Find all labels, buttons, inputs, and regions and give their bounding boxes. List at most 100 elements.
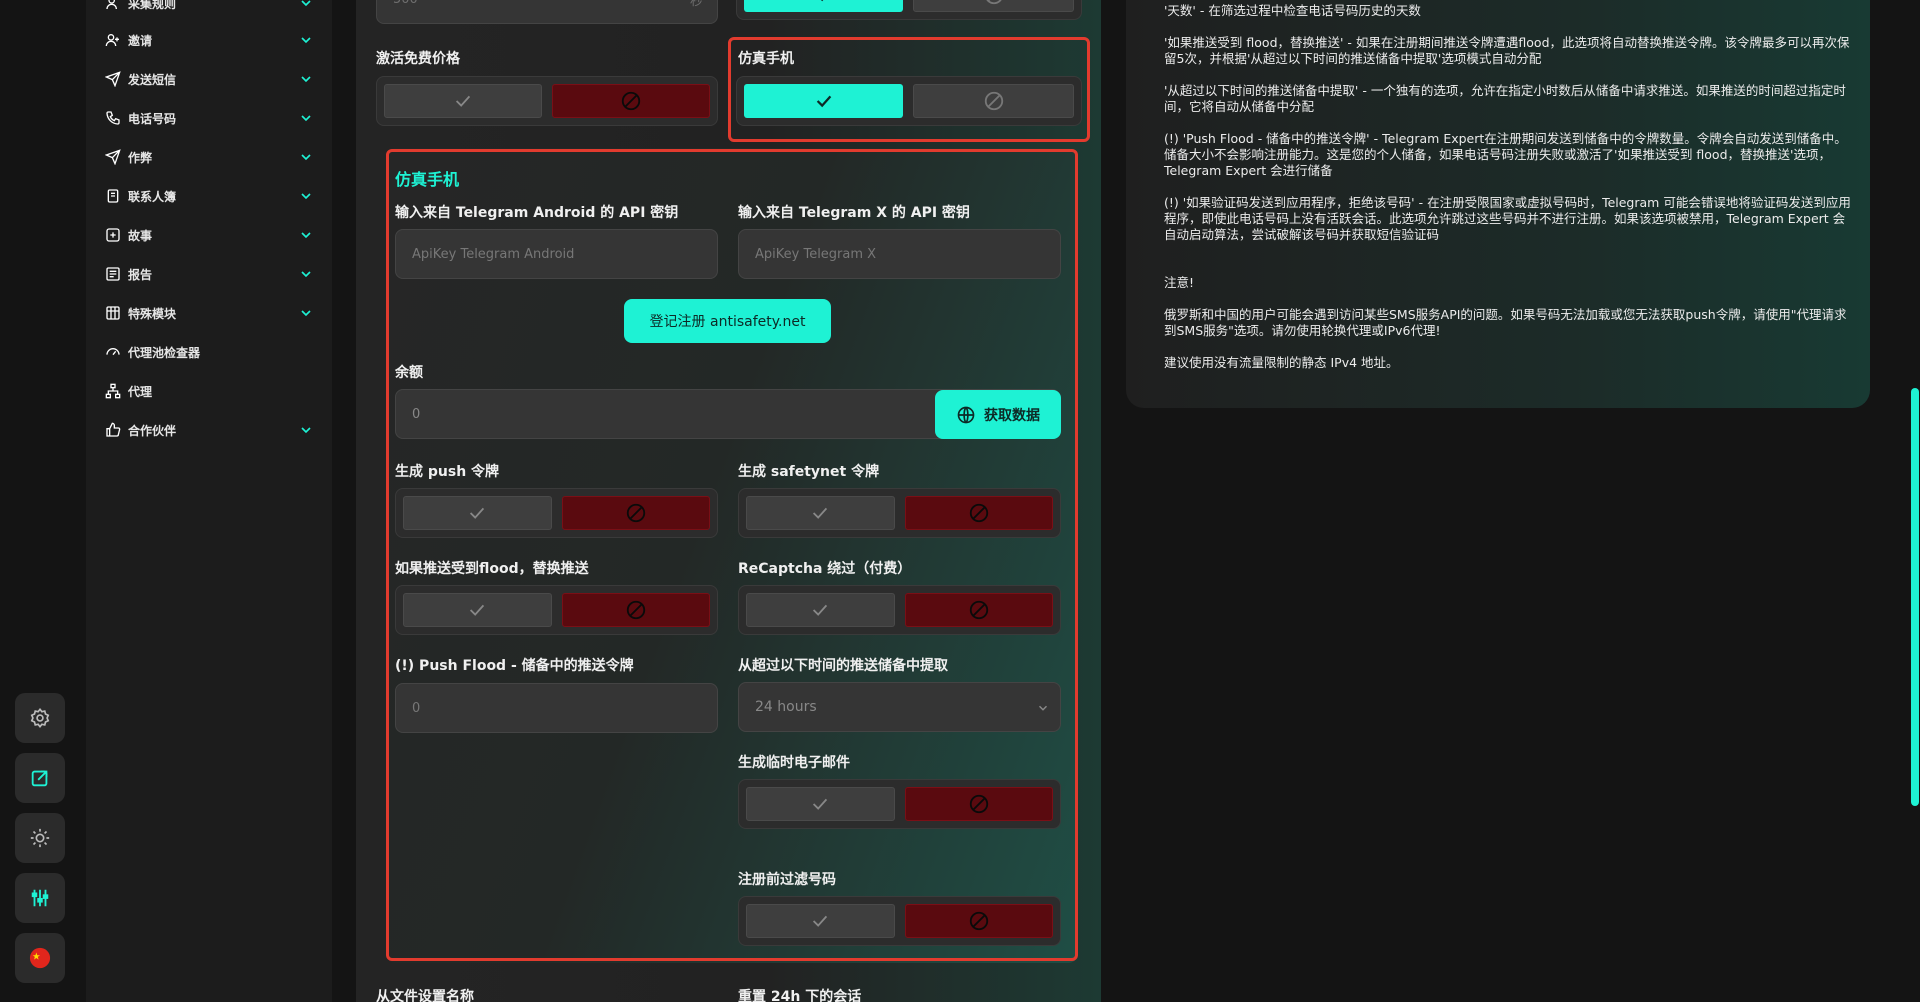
recaptcha-label: ReCaptcha 绕过（付费） bbox=[738, 561, 912, 577]
open-external-button[interactable] bbox=[15, 753, 65, 803]
sidebar-item-proxy-checker[interactable]: 代理池检查器 bbox=[104, 337, 314, 367]
disable-button[interactable] bbox=[904, 787, 1053, 821]
help-text-notice: 注意! bbox=[1164, 275, 1195, 290]
disable-button[interactable] bbox=[913, 84, 1074, 118]
disable-button[interactable] bbox=[561, 593, 710, 627]
phone-icon bbox=[104, 109, 122, 127]
seconds-unit: 秒 bbox=[689, 0, 703, 9]
ban-icon bbox=[969, 794, 988, 814]
sidebar-item-cheat[interactable]: 作弊 bbox=[104, 142, 314, 172]
external-link-icon bbox=[31, 770, 48, 787]
ban-icon bbox=[969, 600, 988, 620]
disable-button[interactable] bbox=[904, 904, 1053, 938]
fetch-data-button[interactable]: 获取数据 bbox=[935, 390, 1061, 439]
chevron-down-icon bbox=[301, 76, 311, 83]
network-icon bbox=[104, 382, 122, 400]
sidebar-item-label: 邀请 bbox=[128, 33, 153, 48]
android-key-placeholder: ApiKey Telegram Android bbox=[412, 246, 575, 262]
sidebar-item-reports[interactable]: 报告 bbox=[104, 259, 314, 289]
sidebar-item-label: 故事 bbox=[128, 228, 153, 243]
sliders-icon bbox=[31, 889, 49, 907]
gear-icon bbox=[30, 707, 50, 729]
sidebar-item-phone-numbers[interactable]: 电话号码 bbox=[104, 103, 314, 133]
settings-button[interactable] bbox=[15, 693, 65, 743]
disable-button[interactable] bbox=[913, 0, 1074, 12]
enable-button[interactable] bbox=[744, 0, 903, 12]
disable-button[interactable] bbox=[904, 593, 1053, 627]
register-antisafety-button[interactable]: 登记注册 antisafety.net bbox=[624, 299, 831, 343]
enable-button[interactable] bbox=[403, 496, 552, 530]
sidebar-item-send-sms[interactable]: 发送短信 bbox=[104, 64, 314, 94]
scrollbar[interactable] bbox=[1911, 388, 1919, 806]
seconds-input[interactable]: 500 秒 bbox=[376, 0, 718, 24]
balance-value: 0 bbox=[412, 406, 421, 422]
reset-sessions-label: 重置 24h 下的会话 bbox=[738, 989, 862, 1002]
sidebar-item-invite[interactable]: 邀请 bbox=[104, 25, 314, 55]
sidebar-item-label: 报告 bbox=[128, 267, 153, 282]
china-flag-icon bbox=[29, 947, 51, 969]
sidebar-item-label: 电话号码 bbox=[128, 111, 177, 126]
help-text-ipv4: 建议使用没有流量限制的静态 IPv4 地址。 bbox=[1164, 355, 1399, 370]
check-icon bbox=[813, 798, 828, 810]
sidebar-item-contacts[interactable]: 联系人簿 bbox=[104, 181, 314, 211]
x-key-input[interactable]: ApiKey Telegram X bbox=[738, 229, 1061, 279]
help-text-days: '天数' - 在筛选过程中检查电话号码历史的天数 bbox=[1164, 3, 1421, 18]
android-key-label: 输入来自 Telegram Android 的 API 密钥 bbox=[395, 205, 679, 221]
chevron-down-icon bbox=[301, 427, 311, 434]
sidebar-item-label: 代理池检查器 bbox=[128, 345, 201, 360]
ban-icon bbox=[985, 0, 1002, 5]
disable-button[interactable] bbox=[904, 496, 1053, 530]
sliders-button[interactable] bbox=[15, 873, 65, 923]
enable-button[interactable] bbox=[744, 84, 903, 118]
emulate-phone-label: 仿真手机 bbox=[738, 51, 794, 67]
disable-button[interactable] bbox=[561, 496, 710, 530]
enable-button[interactable] bbox=[746, 496, 895, 530]
gen-push-label: 生成 push 令牌 bbox=[395, 464, 500, 480]
extract-label: 从超过以下时间的推送储备中提取 bbox=[738, 658, 948, 674]
plus-square-icon bbox=[104, 226, 122, 244]
sidebar-item-label: 合作伙伴 bbox=[128, 423, 177, 438]
language-button[interactable] bbox=[15, 933, 65, 983]
chevron-down-icon bbox=[301, 310, 311, 317]
sidebar-item-stories[interactable]: 故事 bbox=[104, 220, 314, 250]
fetch-data-label: 获取数据 bbox=[984, 407, 1040, 424]
check-icon bbox=[813, 915, 828, 927]
enable-button[interactable] bbox=[384, 84, 542, 118]
extract-value: 24 hours bbox=[755, 699, 817, 715]
sun-icon bbox=[30, 828, 50, 848]
sidebar-item-special-modules[interactable]: 特殊模块 bbox=[104, 298, 314, 328]
disable-button[interactable] bbox=[552, 84, 710, 118]
free-price-toggle bbox=[376, 76, 718, 126]
chevron-down-icon bbox=[301, 193, 311, 200]
sidebar-item-partners[interactable]: 合作伙伴 bbox=[104, 415, 314, 445]
android-key-input[interactable]: ApiKey Telegram Android bbox=[395, 229, 718, 279]
enable-button[interactable] bbox=[746, 593, 895, 627]
send-check-icon bbox=[104, 148, 122, 166]
seconds-input-value: 500 bbox=[393, 0, 418, 7]
sidebar-item-collect[interactable]: 采集规则 bbox=[104, 0, 314, 18]
check-icon bbox=[813, 507, 828, 519]
enable-button[interactable] bbox=[746, 904, 895, 938]
help-text-extract: '从超过以下时间的推送储备中提取' - 一个独有的选项，允许在指定小时数后从储备… bbox=[1164, 83, 1846, 114]
sidebar-item-label: 发送短信 bbox=[128, 72, 177, 87]
enable-button[interactable] bbox=[403, 593, 552, 627]
filter-toggle bbox=[738, 896, 1061, 946]
sidebar-item-label: 特殊模块 bbox=[128, 306, 177, 321]
help-text-flood-replace: '如果推送受到 flood，替换推送' - 如果在注册期间推送令牌遭遇flood… bbox=[1164, 35, 1850, 66]
extract-select[interactable]: 24 hours bbox=[738, 682, 1061, 732]
contacts-icon bbox=[104, 187, 122, 205]
gauge-icon bbox=[104, 343, 122, 361]
emulate-panel-title: 仿真手机 bbox=[395, 170, 460, 189]
ban-icon bbox=[984, 91, 1003, 111]
enable-button[interactable] bbox=[746, 787, 895, 821]
thumbs-up-icon bbox=[104, 421, 122, 439]
emulate-phone-toggle bbox=[736, 76, 1082, 126]
push-flood-input[interactable]: 0 bbox=[395, 683, 718, 733]
check-icon bbox=[816, 95, 831, 108]
user-icon bbox=[104, 0, 122, 12]
theme-button[interactable] bbox=[15, 813, 65, 863]
sidebar-item-proxy[interactable]: 代理 bbox=[104, 376, 314, 406]
send-icon bbox=[104, 70, 122, 88]
push-flood-value: 0 bbox=[412, 700, 421, 716]
sidebar-item-label: 联系人簿 bbox=[128, 189, 177, 204]
